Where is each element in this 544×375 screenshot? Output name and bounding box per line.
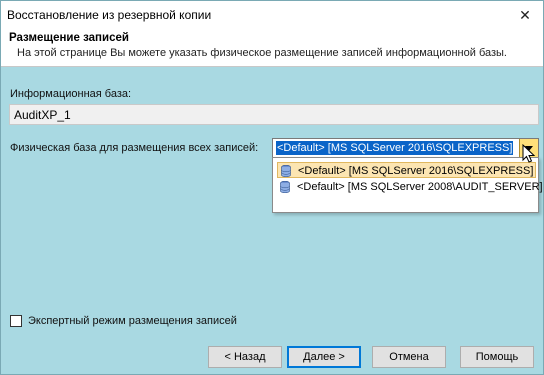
physical-db-label: Физическая база для размещения всех запи… (10, 142, 259, 154)
list-item[interactable]: <Default> [MS SQLServer 2016\SQLEXPRESS] (277, 162, 536, 178)
list-item-label: <Default> [MS SQLServer 2016\SQLEXPRESS] (298, 165, 534, 177)
help-button[interactable]: Помощь (460, 346, 534, 368)
close-icon[interactable]: ✕ (515, 5, 535, 25)
window-title: Восстановление из резервной копии (7, 8, 212, 22)
physical-db-combobox[interactable]: <Default> [MS SQLServer 2016\SQLEXPRESS] (272, 138, 539, 158)
restore-dialog: Восстановление из резервной копии ✕ Разм… (0, 0, 544, 375)
infobase-field: AuditXP_1 (9, 104, 539, 125)
back-button[interactable]: < Назад (208, 346, 282, 368)
cancel-button[interactable]: Отмена (372, 346, 446, 368)
physical-db-dropdown-list: <Default> [MS SQLServer 2016\SQLEXPRESS]… (272, 157, 543, 213)
infobase-label: Информационная база: (10, 88, 132, 100)
expert-mode-label: Экспертный режим размещения записей (28, 315, 237, 327)
page-title: Размещение записей (9, 32, 129, 44)
mouse-cursor-icon (522, 144, 536, 163)
title-bar: Восстановление из резервной копии ✕ (1, 1, 543, 29)
combobox-selected-value: <Default> [MS SQLServer 2016\SQLEXPRESS] (276, 141, 514, 155)
next-button[interactable]: Далее > (287, 346, 361, 368)
page-header: Размещение записей На этой странице Вы м… (1, 29, 543, 67)
list-item-label: <Default> [MS SQLServer 2008\AUDIT_SERVE… (297, 181, 543, 193)
database-icon (281, 165, 291, 177)
database-icon (280, 181, 290, 193)
infobase-value: AuditXP_1 (14, 108, 71, 122)
list-item[interactable]: <Default> [MS SQLServer 2008\AUDIT_SERVE… (277, 179, 543, 195)
expert-mode-checkbox[interactable] (10, 315, 22, 327)
page-subtitle: На этой странице Вы можете указать физич… (17, 47, 507, 59)
